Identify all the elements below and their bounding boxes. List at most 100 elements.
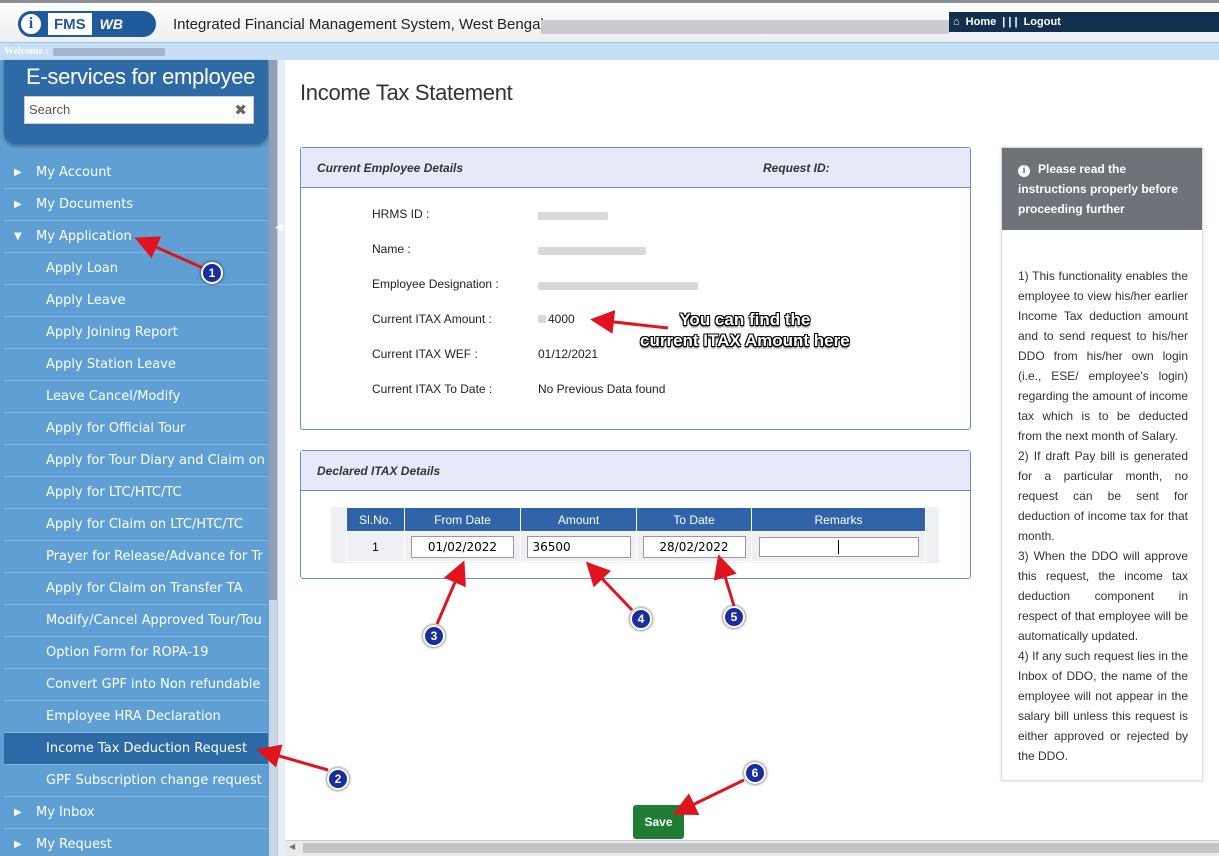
caret-right-icon: ▶ — [14, 839, 22, 850]
search-placeholder: Search — [29, 102, 71, 117]
remarks-cell — [751, 531, 926, 562]
sidebar-item-prayer-for-release-advance-for-tr[interactable]: Prayer for Release/Advance for Tr — [4, 541, 268, 573]
callout-line-1: You can find the — [679, 310, 811, 329]
sidebar-item-apply-for-claim-on-transfer-ta[interactable]: Apply for Claim on Transfer TA — [4, 573, 268, 605]
sidebar-item-my-request[interactable]: ▶ My Request — [4, 829, 268, 856]
itax-wef-label: Current ITAX WEF : — [372, 347, 478, 361]
instruction-item: 3) When the DDO will approve this reques… — [1018, 549, 1188, 643]
home-icon[interactable]: ⌂ — [953, 16, 960, 28]
table-header-row: Sl.No. From Date Amount To Date Remarks — [346, 507, 926, 532]
name-value-redacted — [538, 244, 646, 258]
designation-label: Employee Designation : — [372, 277, 499, 291]
logo-wb-text: WB — [99, 16, 123, 32]
info-logo-icon: i — [18, 11, 44, 37]
sidebar-item-convert-gpf-into-non-refundable[interactable]: Convert GPF into Non refundable — [4, 669, 268, 701]
sidebar: E-services for employee Search ✖ ▶ My Acc… — [0, 60, 270, 856]
to-date-cell: 28/02/2022 — [636, 531, 752, 562]
logout-link[interactable]: Logout — [1024, 16, 1061, 28]
from-date-input[interactable]: 01/02/2022 — [411, 535, 514, 558]
sidebar-item-label: My Account — [36, 165, 112, 180]
sidebar-item-my-inbox[interactable]: ▶ My Inbox — [4, 797, 268, 829]
caret-right-icon: ▶ — [14, 167, 22, 178]
clear-search-icon[interactable]: ✖ — [234, 101, 247, 119]
sidebar-item-label: Apply Leave — [46, 293, 126, 308]
horizontal-scrollbar-thumb[interactable] — [303, 843, 1219, 853]
table-row: 1 01/02/2022 36500 28/02/2022 — [346, 531, 926, 562]
remarks-input[interactable] — [758, 536, 919, 557]
top-nav: ⌂ Home | | | Logout — [949, 12, 1219, 32]
sidebar-item-employee-hra-declaration[interactable]: Employee HRA Declaration — [4, 701, 268, 733]
sidebar-item-label: Modify/Cancel Approved Tour/Tou — [46, 613, 262, 628]
sidebar-item-apply-for-official-tour[interactable]: Apply for Official Tour — [4, 413, 268, 445]
sidebar-item-label: GPF Subscription change request — [46, 773, 262, 788]
row-slno: 1 — [346, 531, 405, 562]
sidebar-item-label: Apply Joining Report — [46, 325, 178, 340]
amount-input[interactable]: 36500 — [526, 535, 631, 558]
sidebar-item-apply-for-tour-diary-and-claim-on[interactable]: Apply for Tour Diary and Claim on — [4, 445, 268, 477]
sidebar-item-apply-for-ltc-htc-tc[interactable]: Apply for LTC/HTC/TC — [4, 477, 268, 509]
itax-amount-label: Current ITAX Amount : — [372, 312, 492, 326]
col-amount: Amount — [520, 507, 637, 532]
sidebar-item-label: Apply for Tour Diary and Claim on — [46, 453, 265, 468]
caret-down-icon: ▼ — [14, 231, 22, 242]
from-date-cell: 01/02/2022 — [404, 531, 521, 562]
step-badge-3: 3 — [423, 625, 445, 647]
scroll-left-icon[interactable]: ◀ — [289, 842, 295, 851]
home-link[interactable]: Home — [966, 16, 997, 28]
caret-right-icon: ▶ — [14, 199, 22, 210]
itax-amount-text: 4000 — [548, 312, 575, 326]
to-date-input[interactable]: 28/02/2022 — [642, 535, 746, 558]
sidebar-item-apply-for-claim-on-ltc-htc-tc[interactable]: Apply for Claim on LTC/HTC/TC — [4, 509, 268, 541]
sidebar-item-my-application[interactable]: ▼ My Application — [4, 221, 268, 253]
sidebar-item-apply-station-leave[interactable]: Apply Station Leave — [4, 349, 268, 381]
sidebar-item-gpf-subscription-change-request[interactable]: GPF Subscription change request — [4, 765, 268, 797]
save-button[interactable]: Save — [633, 805, 684, 839]
sidebar-item-label: Prayer for Release/Advance for Tr — [46, 549, 263, 564]
itax-callout: You can find the current ITAX Amount her… — [640, 309, 850, 351]
designation-value-redacted — [538, 279, 698, 293]
sidebar-item-apply-loan[interactable]: Apply Loan — [4, 253, 268, 285]
sidebar-search-input[interactable]: Search ✖ — [24, 96, 254, 124]
callout-line-2: current ITAX Amount here — [640, 331, 850, 350]
instructions-body: 1) This functionality enables the employ… — [1002, 230, 1202, 766]
step-badge-1: 1 — [201, 262, 223, 284]
sidebar-item-my-account[interactable]: ▶ My Account — [4, 157, 268, 189]
instructions-header-text: Please read the instructions properly be… — [1018, 162, 1179, 216]
sidebar-item-modify-cancel-approved-tour-tou[interactable]: Modify/Cancel Approved Tour/Tou — [4, 605, 268, 637]
arrow-6 — [672, 778, 745, 815]
sidebar-item-my-documents[interactable]: ▶ My Documents — [4, 189, 268, 221]
name-label: Name : — [372, 242, 411, 256]
declared-itax-table: Sl.No. From Date Amount To Date Remarks … — [346, 507, 926, 562]
declared-itax-title: Declared ITAX Details — [317, 464, 441, 478]
request-id-label: Request ID: — [763, 161, 830, 175]
col-remarks: Remarks — [751, 507, 926, 532]
instructions-header: i Please read the instructions properly b… — [1002, 148, 1202, 230]
sidebar-item-label: Apply for Claim on LTC/HTC/TC — [46, 517, 243, 532]
sidebar-item-label: My Documents — [36, 197, 134, 212]
sidebar-item-apply-leave[interactable]: Apply Leave — [4, 285, 268, 317]
sidebar-collapse-handle[interactable] — [277, 60, 285, 856]
sidebar-item-label: My Inbox — [36, 805, 95, 820]
sidebar-item-label: Employee HRA Declaration — [46, 709, 221, 724]
instruction-item: 2) If draft Pay bill is generated for a … — [1018, 449, 1188, 543]
sidebar-item-leave-cancel-modify[interactable]: Leave Cancel/Modify — [4, 381, 268, 413]
sidebar-item-label: Convert GPF into Non refundable — [46, 677, 261, 692]
welcome-label: Welcome : — [4, 46, 49, 57]
collapse-arrow-icon[interactable]: ◀ — [275, 222, 283, 233]
col-from-date: From Date — [404, 507, 521, 532]
sidebar-item-label: Apply Station Leave — [46, 357, 176, 372]
sidebar-scrollbar-thumb[interactable] — [269, 60, 277, 600]
sidebar-menu: ▶ My Account ▶ My Documents ▼ My Application A… — [4, 157, 268, 856]
itax-amount-value: 4000 — [538, 312, 575, 326]
sidebar-item-label: My Application — [36, 229, 132, 244]
info-icon: i — [1018, 165, 1030, 177]
ifms-logo[interactable]: i FMS WB — [18, 11, 156, 37]
step-badge-4: 4 — [630, 608, 652, 630]
sidebar-item-label: Apply for Official Tour — [46, 421, 186, 436]
sidebar-item-income-tax-deduction-request[interactable]: Income Tax Deduction Request — [4, 733, 268, 765]
app-title: Integrated Financial Management System, … — [173, 16, 544, 33]
sidebar-item-option-form-for-ropa-19[interactable]: Option Form for ROPA-19 — [4, 637, 268, 669]
sidebar-item-label: Apply for Claim on Transfer TA — [46, 581, 243, 596]
hrms-id-label: HRMS ID : — [372, 207, 430, 221]
sidebar-item-apply-joining-report[interactable]: Apply Joining Report — [4, 317, 268, 349]
